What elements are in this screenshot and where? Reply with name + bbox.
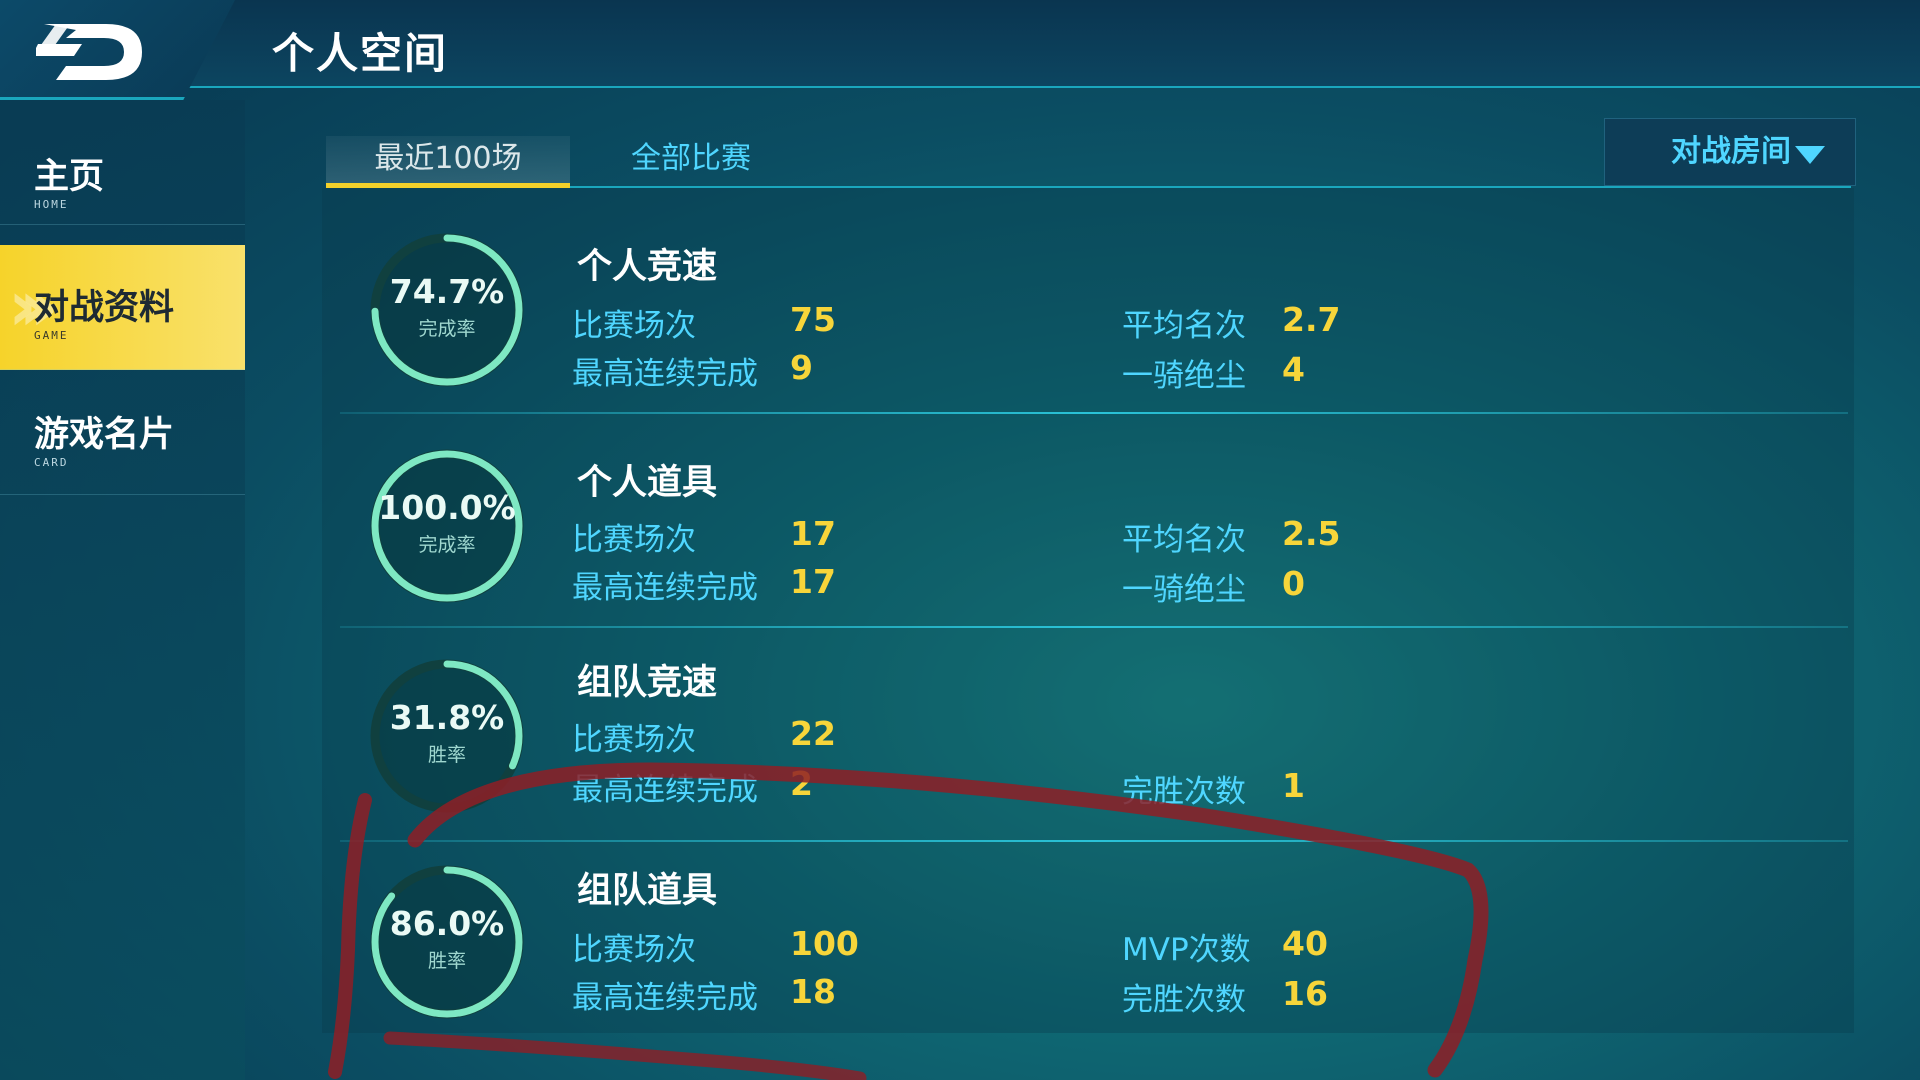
row-title: 个人竞速 xyxy=(577,247,718,287)
stat-value: 2 xyxy=(790,764,813,803)
rate-label: 胜率 xyxy=(427,950,466,972)
stat-label: 平均名次 xyxy=(1122,522,1246,558)
rate-label: 胜率 xyxy=(427,744,466,766)
stat-label: 比赛场次 xyxy=(572,522,696,558)
stat-value: 2.7 xyxy=(1282,300,1341,339)
rate-label: 完成率 xyxy=(418,318,476,340)
stat-row-solo-item: 100.0% 完成率 个人道具 比赛场次 17 最高连续完成 17 平均名次 2… xyxy=(340,414,1848,628)
stat-label: 最高连续完成 xyxy=(572,356,758,392)
sidebar-item-game[interactable]: ››› 对战资料 GAME xyxy=(0,245,245,370)
stat-row-solo-speed: 74.7% 完成率 个人竞速 比赛场次 75 最高连续完成 9 平均名次 2.7… xyxy=(340,200,1848,414)
stat-value: 0 xyxy=(1282,564,1305,603)
stat-label: 最高连续完成 xyxy=(572,570,758,606)
room-type-value: 对战房间 xyxy=(1671,134,1791,169)
stat-label: 最高连续完成 xyxy=(572,980,758,1016)
stat-label: 平均名次 xyxy=(1122,308,1246,344)
stat-row-team-item: 86.0% 胜率 组队道具 比赛场次 100 最高连续完成 18 MVP次数 4… xyxy=(340,842,1848,1042)
stat-label: 一骑绝尘 xyxy=(1122,572,1246,608)
completion-ring: 74.7% 完成率 xyxy=(365,228,529,392)
rate-value: 100.0% xyxy=(378,488,516,527)
rate-label: 完成率 xyxy=(418,534,476,556)
stat-label: MVP次数 xyxy=(1122,932,1251,968)
sidebar-item-sublabel: CARD xyxy=(34,456,69,469)
win-rate-ring: 86.0% 胜率 xyxy=(365,860,529,1024)
row-title: 组队道具 xyxy=(577,871,718,911)
stat-value: 22 xyxy=(790,714,836,753)
win-rate-ring: 31.8% 胜率 xyxy=(365,654,529,818)
stat-label: 最高连续完成 xyxy=(572,772,758,808)
stat-label: 完胜次数 xyxy=(1122,774,1246,810)
stat-value: 16 xyxy=(1282,974,1328,1013)
sidebar-item-label: 游戏名片 xyxy=(34,415,175,455)
page-title: 个人空间 xyxy=(272,29,449,78)
tab-all-matches[interactable]: 全部比赛 xyxy=(596,136,786,188)
game-logo-icon[interactable] xyxy=(36,16,148,86)
stat-label: 比赛场次 xyxy=(572,932,696,968)
stat-label: 比赛场次 xyxy=(572,722,696,758)
stat-label: 完胜次数 xyxy=(1122,982,1246,1018)
stat-value: 1 xyxy=(1282,766,1305,805)
rate-value: 31.8% xyxy=(389,698,505,737)
sidebar-item-card[interactable]: 游戏名片 CARD xyxy=(0,370,245,495)
stat-label: 比赛场次 xyxy=(572,308,696,344)
row-title: 组队竞速 xyxy=(577,663,718,703)
caret-down-icon xyxy=(1795,146,1825,164)
sidebar-item-sublabel: HOME xyxy=(34,198,69,211)
sidebar-item-label: 主页 xyxy=(34,157,105,197)
sidebar-item-home[interactable]: 主页 HOME xyxy=(0,100,245,225)
stat-value: 100 xyxy=(790,924,859,963)
stat-row-team-speed: 31.8% 胜率 组队竞速 比赛场次 22 最高连续完成 2 完胜次数 1 xyxy=(340,628,1848,842)
completion-ring: 100.0% 完成率 xyxy=(365,444,529,608)
stat-value: 17 xyxy=(790,514,836,553)
room-type-dropdown[interactable]: 对战房间 xyxy=(1604,118,1856,186)
rate-value: 74.7% xyxy=(389,272,505,311)
rate-value: 86.0% xyxy=(389,904,505,943)
sidebar: 主页 HOME ››› 对战资料 GAME 游戏名片 CARD xyxy=(0,100,245,1080)
stat-value: 4 xyxy=(1282,350,1305,389)
stat-label: 一骑绝尘 xyxy=(1122,358,1246,394)
stat-value: 17 xyxy=(790,562,836,601)
stat-value: 18 xyxy=(790,972,836,1011)
stat-value: 9 xyxy=(790,348,813,387)
stat-value: 75 xyxy=(790,300,836,339)
sidebar-item-label: 对战资料 xyxy=(34,288,175,328)
row-title: 个人道具 xyxy=(577,463,718,503)
sidebar-item-sublabel: GAME xyxy=(34,329,69,342)
stat-value: 2.5 xyxy=(1282,514,1341,553)
stat-value: 40 xyxy=(1282,924,1328,963)
tab-recent-100[interactable]: 最近100场 xyxy=(326,136,570,188)
